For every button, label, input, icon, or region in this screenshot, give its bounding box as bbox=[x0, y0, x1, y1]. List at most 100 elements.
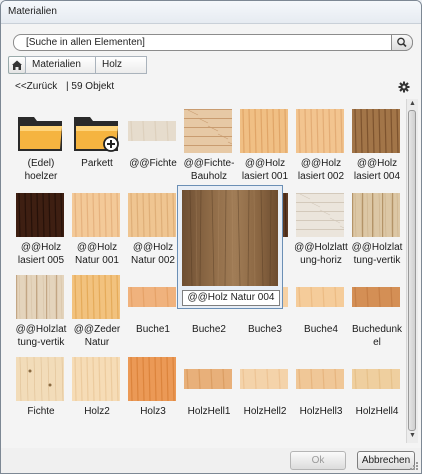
material-tile-label: @@Zeder Natur bbox=[73, 324, 121, 348]
breadcrumb: Materialien Holz bbox=[8, 56, 368, 74]
material-thumbnail bbox=[240, 357, 288, 401]
material-thumbnail bbox=[72, 192, 120, 238]
materials-dialog: Materialien [Suche in allen Elementen] M… bbox=[0, 0, 422, 474]
folder-shape bbox=[74, 117, 119, 152]
material-thumbnail bbox=[16, 356, 64, 402]
wood-texture bbox=[16, 274, 64, 320]
material-tile-label: @@Holz Natur 001 bbox=[75, 242, 119, 266]
wood-texture bbox=[352, 108, 400, 154]
material-tile-label: @@Holzlat tung-vertik bbox=[15, 324, 67, 348]
material-thumbnail bbox=[128, 192, 176, 238]
material-thumbnail bbox=[352, 275, 400, 319]
wood-texture bbox=[240, 108, 288, 154]
material-tile-label: HolzHell1 bbox=[187, 406, 231, 417]
material-tile-label: Buchedunk el bbox=[351, 324, 403, 348]
material-thumbnail bbox=[16, 192, 64, 238]
wood-texture bbox=[352, 192, 400, 238]
gear-icon[interactable] bbox=[398, 81, 410, 93]
material-thumbnail bbox=[352, 357, 400, 401]
material-thumbnail bbox=[128, 356, 176, 402]
vertical-scrollbar[interactable]: ▲ ▼ bbox=[406, 99, 418, 443]
home-button[interactable] bbox=[8, 56, 26, 74]
wood-texture bbox=[296, 108, 344, 154]
breadcrumb-item-materialien[interactable]: Materialien bbox=[25, 56, 105, 74]
wood-texture bbox=[296, 193, 351, 237]
material-tile-label: @@Fichte bbox=[129, 158, 177, 169]
material-thumbnail bbox=[296, 193, 351, 237]
wood-texture bbox=[16, 192, 64, 238]
wood-texture bbox=[72, 192, 120, 238]
selected-material-preview[interactable]: @@Holz Natur 004 bbox=[177, 185, 283, 309]
material-thumbnail bbox=[240, 108, 288, 154]
search-field[interactable]: [Suche in allen Elementen] bbox=[13, 34, 413, 51]
material-tile-label: HolzHell2 bbox=[243, 406, 287, 417]
material-tile-label: Buche4 bbox=[304, 324, 338, 335]
material-tile-label: @@Holz lasiert 004 bbox=[353, 158, 401, 182]
resize-grip-icon[interactable] bbox=[409, 461, 419, 471]
material-tile-label: Parkett bbox=[81, 158, 113, 169]
breadcrumb-label: Materialien bbox=[32, 59, 81, 70]
wood-texture bbox=[184, 109, 239, 153]
wood-texture bbox=[296, 286, 344, 308]
cancel-button-label: Abbrechen bbox=[361, 455, 411, 466]
material-tile-label: Fichte bbox=[27, 406, 55, 417]
wood-texture bbox=[16, 356, 64, 402]
window-title: Materialien bbox=[8, 6, 57, 17]
material-tile-label: Buche2 bbox=[192, 324, 226, 335]
wood-texture bbox=[184, 368, 232, 390]
material-thumbnail bbox=[296, 357, 344, 401]
ok-button-label: Ok bbox=[311, 455, 325, 466]
scrollbar-thumb[interactable] bbox=[408, 110, 416, 431]
search-button[interactable] bbox=[391, 34, 413, 51]
selected-material-label: @@Holz Natur 004 bbox=[182, 290, 280, 306]
material-thumbnail bbox=[184, 109, 239, 153]
wood-texture bbox=[128, 120, 176, 142]
scroll-down-icon[interactable]: ▼ bbox=[409, 432, 416, 439]
wood-texture bbox=[128, 356, 176, 402]
material-tile-label: Buche3 bbox=[248, 324, 282, 335]
material-tile-label: @@Holzlat tung-vertik bbox=[351, 242, 403, 266]
object-count: | 59 Objekt bbox=[66, 81, 115, 92]
wood-texture bbox=[240, 368, 288, 390]
breadcrumb-label: Holz bbox=[102, 59, 123, 70]
material-tile-label: Holz3 bbox=[140, 406, 166, 417]
button-bar: Ok Abbrechen bbox=[1, 448, 421, 473]
material-tile-label: @@Holz lasiert 001 bbox=[241, 158, 289, 182]
wood-texture bbox=[128, 286, 176, 308]
material-thumbnail bbox=[72, 274, 120, 320]
material-thumbnail bbox=[128, 275, 176, 319]
home-icon bbox=[12, 60, 22, 70]
nav-row: <<Zurück | 59 Objekt bbox=[15, 81, 114, 92]
cancel-button[interactable]: Abbrechen bbox=[357, 451, 415, 470]
material-tile-label: @@Holzlatt ung-horiz bbox=[294, 242, 348, 266]
material-thumbnail bbox=[16, 274, 64, 320]
title-bar[interactable]: Materialien bbox=[1, 1, 421, 24]
material-thumbnail bbox=[296, 108, 344, 154]
wood-texture bbox=[72, 356, 120, 402]
holz-natur-004-texture bbox=[182, 190, 278, 286]
wood-texture bbox=[352, 286, 400, 308]
material-tile-label: Buche1 bbox=[136, 324, 170, 335]
material-thumbnail bbox=[352, 108, 400, 154]
material-tile-label: Holz2 bbox=[84, 406, 110, 417]
material-tile-label: HolzHell4 bbox=[355, 406, 399, 417]
material-tile-label: @@Holz lasiert 002 bbox=[297, 158, 345, 182]
back-link[interactable]: <<Zurück bbox=[15, 81, 57, 92]
wood-texture bbox=[128, 192, 176, 238]
scroll-up-icon[interactable]: ▲ bbox=[409, 100, 416, 107]
material-tile-label: (Edel) hoelzer bbox=[24, 158, 58, 182]
search-placeholder[interactable]: [Suche in allen Elementen] bbox=[26, 37, 145, 48]
material-tile-label: HolzHell3 bbox=[299, 406, 343, 417]
folder-icon bbox=[16, 109, 64, 153]
wood-texture bbox=[72, 274, 120, 320]
wood-texture bbox=[296, 368, 344, 390]
folder-shape bbox=[18, 117, 62, 151]
wood-texture bbox=[352, 368, 400, 390]
material-thumbnail bbox=[352, 192, 400, 238]
breadcrumb-item-holz[interactable]: Holz bbox=[95, 56, 147, 74]
material-tile-label: @@Holz lasiert 005 bbox=[17, 242, 65, 266]
material-tile-label: @@Holz Natur 002 bbox=[131, 242, 175, 266]
material-thumbnail bbox=[184, 357, 232, 401]
material-thumbnail bbox=[128, 109, 176, 153]
ok-button[interactable]: Ok bbox=[290, 451, 346, 470]
